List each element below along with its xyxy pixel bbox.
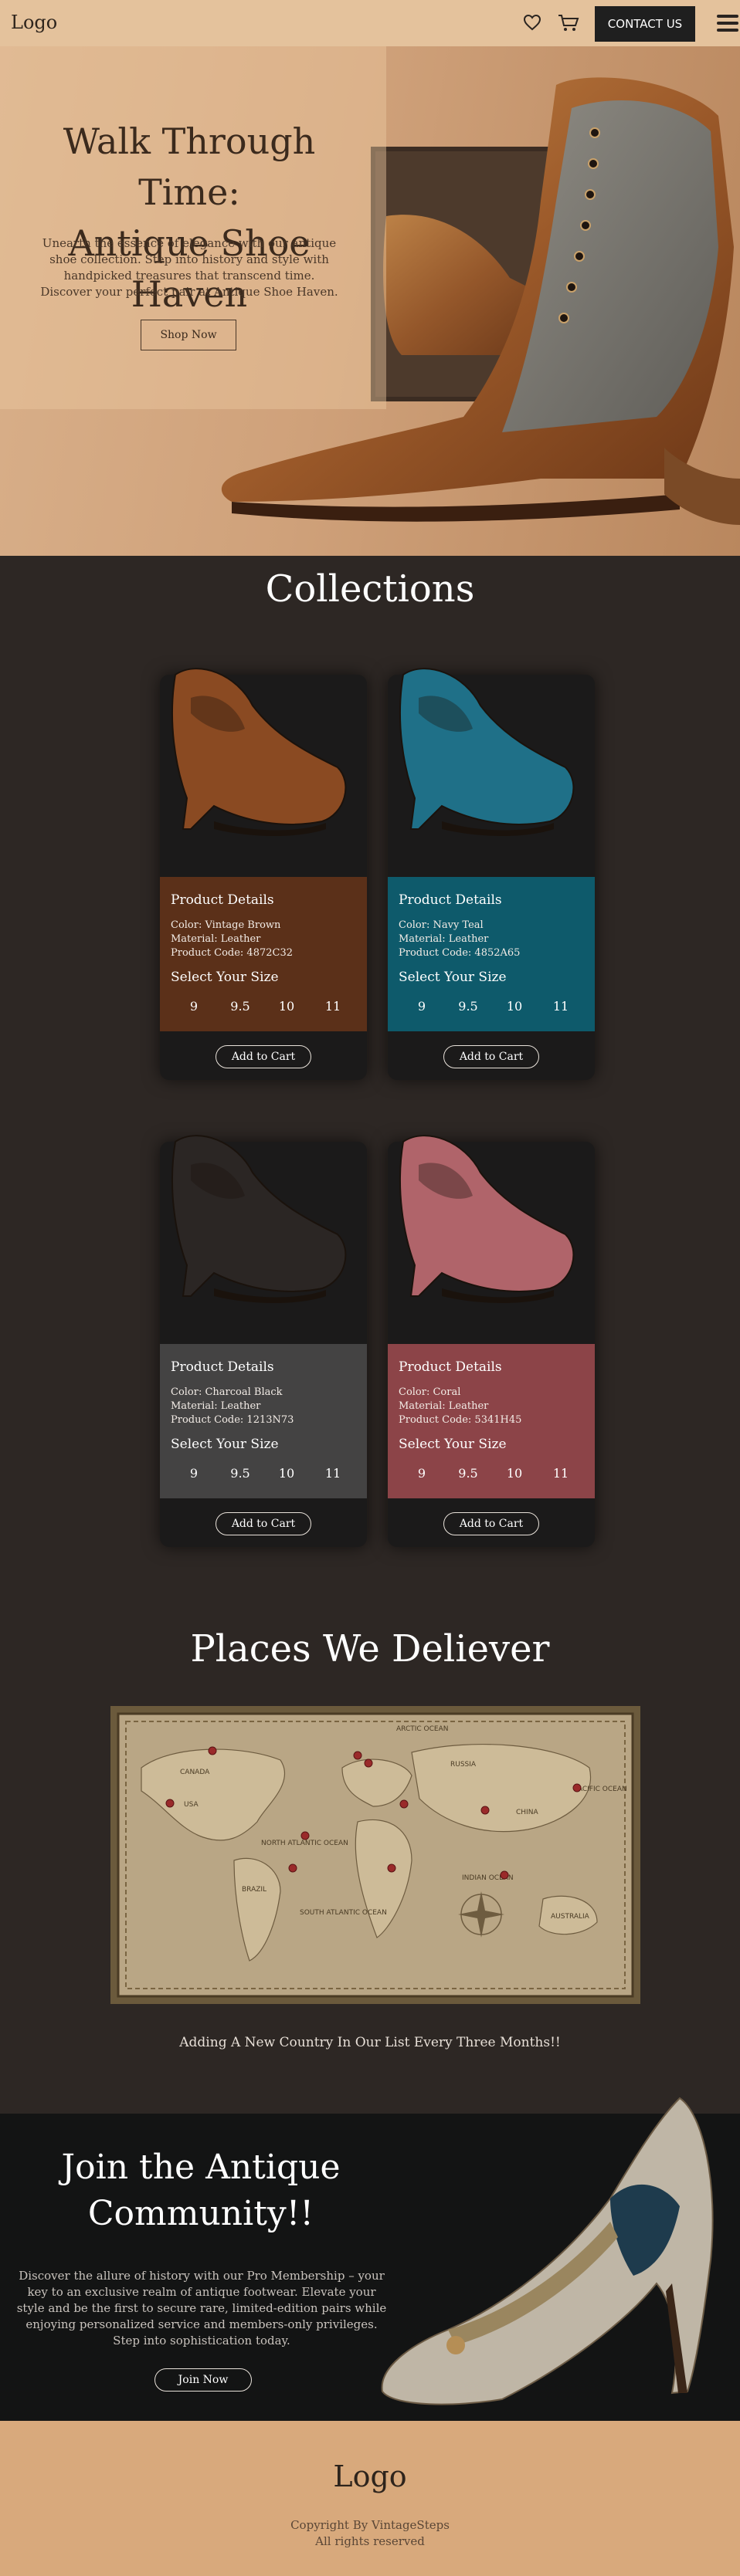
footer-logo[interactable]: Logo <box>0 2459 740 2493</box>
product-details-panel: Product Details Color: Charcoal Black Mate… <box>160 1344 367 1498</box>
size-heading: Select Your Size <box>399 970 507 985</box>
size-option-10[interactable]: 10 <box>263 999 310 1014</box>
map-label-russia: RUSSIA <box>450 1761 477 1769</box>
map-label-arctic: ARCTIC OCEAN <box>396 1725 449 1733</box>
product-card: Product Details Color: Coral Material: Lea… <box>388 1135 595 1547</box>
product-code: Product Code: 4852A65 <box>399 947 521 959</box>
heart-icon[interactable] <box>523 14 541 31</box>
hero-title-line1: Walk Through Time: <box>63 120 316 213</box>
shoe-illustration <box>399 668 575 836</box>
cart-icon[interactable] <box>558 14 579 32</box>
size-option-9.5[interactable]: 9.5 <box>445 999 491 1014</box>
size-option-10[interactable]: 10 <box>491 999 538 1014</box>
size-option-9[interactable]: 9 <box>171 999 217 1014</box>
product-material: Material: Leather <box>171 933 261 945</box>
product-color: Color: Charcoal Black <box>171 1386 283 1398</box>
hero-description: Unearth the essence of elegance with our… <box>40 236 338 299</box>
product-card: Product Details Color: Navy Teal Material:… <box>388 668 595 1080</box>
shoe-illustration <box>171 668 347 836</box>
product-material: Material: Leather <box>399 1400 489 1412</box>
community-title-line2: Community!! <box>87 2194 314 2233</box>
size-options: 9 9.5 10 11 <box>171 999 356 1014</box>
menu-icon[interactable] <box>717 15 738 32</box>
community-section: Join the Antique Community!! Discover th… <box>0 2097 740 2421</box>
community-title: Join the Antique Community!! <box>31 2144 371 2237</box>
size-option-11[interactable]: 11 <box>310 1466 356 1481</box>
join-now-button[interactable]: Join Now <box>154 2368 252 2392</box>
size-option-9.5[interactable]: 9.5 <box>445 1466 491 1481</box>
product-card: Product Details Color: Vintage Brown Mater… <box>160 668 367 1080</box>
map-label-pacific: PACIFIC OCEAN <box>574 1786 627 1793</box>
product-details-panel: Product Details Color: Coral Material: Lea… <box>388 1344 595 1498</box>
size-option-9[interactable]: 9 <box>399 1466 445 1481</box>
size-heading: Select Your Size <box>399 1437 507 1452</box>
size-options: 9 9.5 10 11 <box>171 1466 356 1481</box>
product-material: Material: Leather <box>171 1400 261 1412</box>
community-title-line1: Join the Antique <box>61 2148 341 2187</box>
product-details-panel: Product Details Color: Navy Teal Material:… <box>388 877 595 1031</box>
product-code: Product Code: 5341H45 <box>399 1414 522 1426</box>
size-option-11[interactable]: 11 <box>310 999 356 1014</box>
collections-title: Collections <box>265 567 475 611</box>
nav-logo[interactable]: Logo <box>11 12 57 33</box>
contact-us-button[interactable]: CONTACT US <box>595 6 695 42</box>
footer-rights: All rights reserved <box>315 2534 425 2548</box>
product-code: Product Code: 4872C32 <box>171 947 293 959</box>
product-details-heading: Product Details <box>171 1359 274 1375</box>
shoe-illustration <box>171 1135 347 1303</box>
size-option-10[interactable]: 10 <box>491 1466 538 1481</box>
map-label-australia: AUSTRALIA <box>551 1913 590 1921</box>
product-image <box>160 1135 367 1344</box>
hero-section: Walk Through Time: Antique Shoe Haven Un… <box>0 46 740 556</box>
size-option-11[interactable]: 11 <box>538 1466 584 1481</box>
product-image <box>388 668 595 877</box>
size-heading: Select Your Size <box>171 970 279 985</box>
size-heading: Select Your Size <box>171 1437 279 1452</box>
product-color: Color: Navy Teal <box>399 919 484 931</box>
add-to-cart-button[interactable]: Add to Cart <box>216 1512 311 1535</box>
map-label-usa: USA <box>184 1801 199 1809</box>
product-image <box>160 668 367 877</box>
map-label-north-atlantic: NORTH ATLANTIC OCEAN <box>261 1840 348 1847</box>
product-code: Product Code: 1213N73 <box>171 1414 294 1426</box>
top-nav: Logo CONTACT US <box>0 0 740 46</box>
product-details-panel: Product Details Color: Vintage Brown Mater… <box>160 877 367 1031</box>
product-image <box>388 1135 595 1344</box>
size-options: 9 9.5 10 11 <box>399 999 584 1014</box>
map-label-china: CHINA <box>516 1809 538 1816</box>
places-note: Adding A New Country In Our List Every T… <box>179 2035 561 2050</box>
product-details-heading: Product Details <box>399 1359 502 1375</box>
product-details-heading: Product Details <box>399 892 502 908</box>
community-shoe-image <box>381 2097 714 2405</box>
places-title: Places We Deliever <box>190 1627 550 1671</box>
world-map-image: ARCTIC OCEAN CANADA USA RUSSIA CHINA PAC… <box>110 1706 640 2004</box>
shoe-illustration <box>399 1135 575 1303</box>
footer-copyright: Copyright By VintageSteps <box>290 2518 450 2532</box>
footer: Logo Copyright By VintageSteps All right… <box>0 2421 740 2576</box>
add-to-cart-button[interactable]: Add to Cart <box>216 1045 311 1068</box>
map-label-brazil: BRAZIL <box>242 1886 266 1894</box>
size-option-9[interactable]: 9 <box>171 1466 217 1481</box>
size-option-9.5[interactable]: 9.5 <box>217 1466 263 1481</box>
add-to-cart-button[interactable]: Add to Cart <box>443 1045 539 1068</box>
product-card: Product Details Color: Charcoal Black Mate… <box>160 1135 367 1547</box>
product-color: Color: Vintage Brown <box>171 919 281 931</box>
size-option-10[interactable]: 10 <box>263 1466 310 1481</box>
product-details-heading: Product Details <box>171 892 274 908</box>
community-description: Discover the allure of history with our … <box>16 2269 387 2348</box>
map-label-south-atlantic: SOUTH ATLANTIC OCEAN <box>300 1909 387 1917</box>
size-option-9.5[interactable]: 9.5 <box>217 999 263 1014</box>
add-to-cart-button[interactable]: Add to Cart <box>443 1512 539 1535</box>
shop-now-button[interactable]: Shop Now <box>141 320 236 350</box>
product-material: Material: Leather <box>399 933 489 945</box>
size-option-9[interactable]: 9 <box>399 999 445 1014</box>
size-options: 9 9.5 10 11 <box>399 1466 584 1481</box>
product-color: Color: Coral <box>399 1386 461 1398</box>
map-label-canada: CANADA <box>180 1769 210 1776</box>
size-option-11[interactable]: 11 <box>538 999 584 1014</box>
